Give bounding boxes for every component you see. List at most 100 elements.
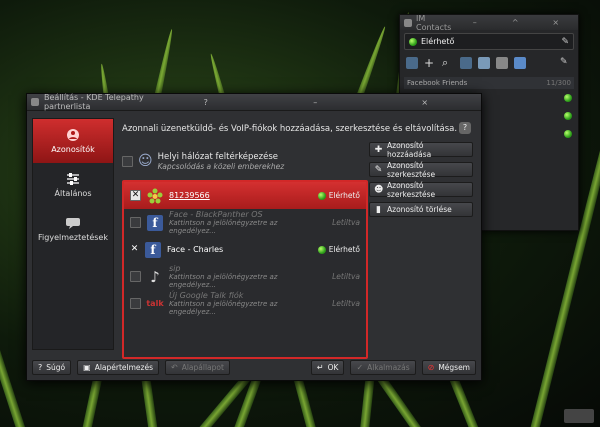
join-chat-icon[interactable] [460,57,472,69]
network-icon[interactable] [514,57,526,69]
account-status: Letiltva [332,272,360,281]
local-network-icon: ☺ [138,153,153,169]
search-icon[interactable]: ⌕ [442,57,454,69]
sidebar-item-label: Azonosítók [51,145,95,154]
account-status: Elérhető [317,191,360,200]
contacts-icon[interactable] [406,57,418,69]
close-icon[interactable]: × [538,18,575,27]
account-name: Face - Charles [167,245,224,254]
maximize-icon[interactable]: ^ [497,18,534,27]
account-row[interactable]: ✕ f Face - Charles Elérhető [124,236,366,263]
dialog-titlebar[interactable]: Beállítás - KDE Telepathy partnerlista ?… [27,93,481,111]
account-name: sip [169,264,181,273]
account-name: Új Google Talk fiók [169,291,244,300]
account-status-label: Letiltva [332,218,360,227]
minimize-icon[interactable]: – [263,98,368,107]
account-status-label: Elérhető [328,245,360,254]
im-toolbar: + ⌕ ✎ [400,53,578,73]
dialog-title: Beállítás - KDE Telepathy partnerlista [44,93,144,111]
undo-icon: ↶ [170,363,178,372]
app-icon [404,18,412,27]
help-titlebar-icon[interactable]: ? [154,98,259,107]
add-account-button[interactable]: ✚ Azonosító hozzáadása [369,140,473,159]
settings-icon[interactable] [478,57,490,69]
cancel-icon: ⊘ [427,363,435,372]
button-label: Mégsem [438,363,470,372]
tools-icon[interactable]: ✎ [560,57,572,69]
online-status-icon [317,245,326,254]
im-window-title: IM Contacts [416,13,452,32]
account-status-label: Elérhető [328,191,360,200]
defaults-icon: ▣ [83,363,91,372]
contact-group-header[interactable]: Facebook Friends 11/300 [404,77,574,89]
ok-button[interactable]: ↵ OK [310,360,345,375]
button-label: Alapállapot [181,363,224,372]
account-status: Elérhető [317,245,360,254]
facebook-icon: f [147,214,163,231]
online-status-icon [564,94,572,102]
account-hint: Kattintson a jelölőnégyzetre az engedély… [169,300,278,316]
button-label: OK [327,363,339,372]
accounts-icon [65,128,81,142]
account-row[interactable]: ♪ sip Kattintson a jelölőnégyzetre az en… [124,263,366,290]
notifications-icon [65,216,81,230]
account-row[interactable]: ✕ 81239566 Elérhető [124,182,366,209]
button-label: Azonosító törlése [387,205,452,214]
im-titlebar[interactable]: IM Contacts – ^ × [400,13,578,32]
settings-dialog: Beállítás - KDE Telepathy partnerlista ?… [26,93,482,381]
button-label: Alkalmazás [367,363,410,372]
plus-icon: ✚ [374,144,383,155]
cancel-button[interactable]: ⊘ Mégsem [421,360,476,375]
button-label: Alapértelmezés [94,363,153,372]
edit-icon[interactable]: ✎ [561,37,569,47]
apply-button[interactable]: ✓ Alkalmazás [350,360,416,375]
account-enabled-checkbox[interactable]: ✕ [130,190,141,201]
account-enabled-checkbox[interactable] [130,298,141,309]
add-contact-icon[interactable]: + [424,57,436,69]
whats-this-icon[interactable]: ? [459,122,471,134]
sidebar-item-notifications[interactable]: Figyelmeztetések [33,207,113,251]
account-hint: Kattintson a jelölőnégyzetre az engedély… [169,273,278,289]
button-label: Azonosító szerkesztése [387,160,436,179]
sidebar-item-label: Általános [54,189,92,198]
metacontacts-icon[interactable] [496,57,508,69]
account-enabled-checkbox[interactable] [130,271,141,282]
close-icon[interactable]: × [373,98,478,107]
help-button[interactable]: ? Súgó [32,360,72,375]
dialog-button-bar: ? Súgó ▣ Alapértelmezés ↶ Alapállapot ↵ … [32,360,476,375]
remove-account-button[interactable]: ▮ Azonosító törlése [369,202,473,217]
sidebar-item-general[interactable]: Általános [33,163,113,207]
local-network-checkbox[interactable] [122,155,133,167]
local-network-title: Helyi hálózat feltérképezése [157,151,279,162]
user-icon: ☻ [374,184,384,195]
group-count: 11/300 [546,79,571,87]
online-status-icon [409,37,417,46]
account-status-label: Letiltva [332,299,360,308]
account-list: ✕ 81239566 Elérhető f Face - BlackPanthe… [122,180,368,359]
group-label: Facebook Friends [407,79,468,87]
edit-account-button[interactable]: ✎ Azonosító szerkesztése [369,160,473,179]
apply-icon: ✓ [356,363,364,372]
button-label: Azonosító hozzáadása [387,140,432,159]
icq-flower-icon [147,188,163,204]
account-name: 81239566 [169,191,210,200]
account-name: Face - BlackPanther OS [169,210,263,219]
account-status-label: Letiltva [332,272,360,281]
account-row[interactable]: talk Új Google Talk fiók Kattintson a je… [124,290,366,317]
button-label: Súgó [46,363,66,372]
help-icon: ? [38,363,43,372]
presence-label: Elérhető [421,37,455,46]
sidebar-item-accounts[interactable]: Azonosítók [33,119,113,163]
edit-identity-button[interactable]: ☻ Azonosító szerkesztése [369,181,473,199]
defaults-button[interactable]: ▣ Alapértelmezés [77,360,159,375]
presence-selector[interactable]: Elérhető ✎ [404,33,574,50]
minimize-icon[interactable]: – [457,18,494,27]
account-enabled-checkbox[interactable] [130,217,141,228]
account-enabled-checkbox[interactable]: ✕ [130,245,139,254]
wrench-icon: ✎ [374,164,383,175]
account-row[interactable]: f Face - BlackPanther OS Kattintson a je… [124,209,366,236]
facebook-icon: f [145,241,161,258]
local-network-option[interactable]: ☺ Helyi hálózat feltérképezése Kapcsolód… [122,144,362,178]
system-tray-widget[interactable] [564,409,594,423]
reset-button[interactable]: ↶ Alapállapot [164,360,230,375]
